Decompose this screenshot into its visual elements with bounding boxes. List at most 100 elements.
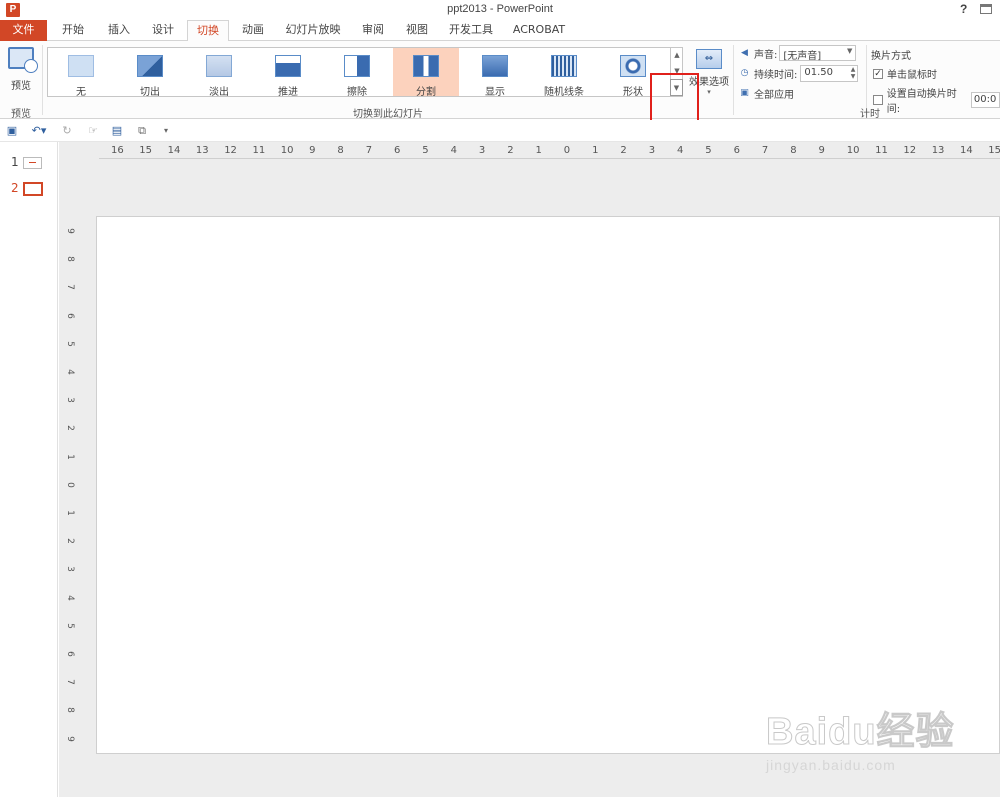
ruler-tick-label: 3 <box>65 566 75 573</box>
transition-label: 无 <box>76 87 86 98</box>
transition-fade-icon <box>206 55 232 77</box>
slide-number: 2 <box>11 181 19 195</box>
save-icon[interactable]: ▣ <box>5 124 19 138</box>
tab-design[interactable]: 设计 <box>144 20 182 41</box>
effect-options-icon: ⇔ <box>696 49 722 69</box>
transition-reveal[interactable]: 显示 <box>462 48 528 98</box>
transitions-group-label: 切换到此幻灯片 <box>353 109 423 120</box>
timing-group-label: 计时 <box>860 109 880 120</box>
ruler-tick-label: 4 <box>450 145 457 156</box>
transition-random-bars-icon <box>551 55 577 77</box>
duration-input[interactable]: 01.50 ▲ ▼ <box>800 65 859 82</box>
auto-after-checkbox[interactable] <box>873 95 883 105</box>
redo-icon[interactable]: ↻ <box>60 124 74 138</box>
ruler-tick-label: 4 <box>677 145 684 156</box>
ruler-tick-label: 2 <box>65 538 75 545</box>
ruler-tick-label: 7 <box>761 145 769 156</box>
transition-label: 淡出 <box>209 87 229 98</box>
slide-canvas[interactable] <box>96 216 1000 754</box>
undo-icon[interactable]: ↶▾ <box>28 124 50 138</box>
preview-icon <box>8 47 38 73</box>
apply-all-label: 全部应用 <box>754 90 794 101</box>
tab-developer[interactable]: 开发工具 <box>443 20 499 41</box>
tab-insert[interactable]: 插入 <box>100 20 138 41</box>
sound-row: ◀ 声音: [无声音] ▼ <box>739 45 857 62</box>
touch-mode-icon[interactable]: ☞ <box>85 124 101 138</box>
sound-label: 声音: <box>754 49 778 61</box>
ruler-tick-label: 10 <box>846 145 860 156</box>
ruler-tick-label: 15 <box>139 145 153 156</box>
speaker-icon: ◀ <box>741 47 748 58</box>
ruler-tick-label: 5 <box>65 340 75 347</box>
slide-thumbnail-2[interactable] <box>23 182 43 196</box>
tab-transitions[interactable]: 切换 <box>187 20 229 42</box>
ruler-tick-label: 9 <box>65 735 75 742</box>
transition-label: 随机线条 <box>544 87 584 98</box>
preview-label: 预览 <box>11 81 31 92</box>
ruler-tick-label: 6 <box>733 145 740 156</box>
on-click-row: ✓ 单击鼠标时 <box>873 66 937 81</box>
slide-thumbnail-1[interactable] <box>23 157 42 169</box>
help-button[interactable]: ? <box>960 2 967 16</box>
ribbon-tabs: 文件 开始 插入 设计 切换 动画 幻灯片放映 审阅 视图 开发工具 ACROB… <box>0 20 1000 42</box>
tab-file[interactable]: 文件 <box>0 20 47 41</box>
customize-icon[interactable]: ▾ <box>160 124 172 138</box>
transition-fade[interactable]: 淡出 <box>186 48 252 98</box>
watermark-logo: Baidu经验 <box>766 711 955 754</box>
watermark-url: jingyan.baidu.com <box>766 757 896 773</box>
title-bar: P ppt2013 - PowerPoint ? <box>0 0 1000 20</box>
tab-animations[interactable]: 动画 <box>234 20 272 41</box>
ruler-tick-label: 12 <box>224 145 237 156</box>
on-click-checkbox[interactable]: ✓ <box>873 68 883 79</box>
gallery-scroll-up-icon[interactable]: ▲ <box>670 47 683 63</box>
transition-label: 切出 <box>140 87 160 98</box>
transition-wipe[interactable]: 擦除 <box>324 48 390 98</box>
ruler-tick-label: 5 <box>422 145 429 156</box>
transition-cut[interactable]: 切出 <box>117 48 183 98</box>
tab-view[interactable]: 视图 <box>398 20 436 41</box>
transition-split-icon <box>413 55 439 77</box>
ruler-tick-label: 0 <box>563 145 571 156</box>
transition-none[interactable]: 无 <box>48 48 114 98</box>
ruler-tick-label: 13 <box>931 145 945 156</box>
transition-random-bars[interactable]: 随机线条 <box>531 48 597 98</box>
tab-slide-show[interactable]: 幻灯片放映 <box>280 20 346 41</box>
sound-select[interactable]: [无声音] ▼ <box>779 45 857 62</box>
transition-push[interactable]: 推进 <box>255 48 321 98</box>
ruler-tick-label: 16 <box>111 145 124 156</box>
transition-reveal-icon <box>482 55 508 77</box>
ruler-tick-label: 5 <box>65 622 75 629</box>
save-as-icon[interactable]: ▤ <box>110 124 124 138</box>
transition-split[interactable]: 分割 <box>393 48 459 98</box>
slide-editor: 16 15 14 13 12 11 10 9 8 7 6 5 4 3 2 1 0 1 2 3 4 5 6 7 8 9 10 11 12 1… <box>59 142 1000 797</box>
group-divider <box>42 45 43 115</box>
ruler-tick-label: 14 <box>960 145 973 156</box>
slide-number: 1 <box>11 155 19 169</box>
ruler-tick-label: 1 <box>592 145 599 156</box>
ruler-tick-label: 10 <box>280 145 294 156</box>
ribbon-display-options-icon[interactable] <box>980 4 992 14</box>
duration-value: 01.50 <box>804 67 834 78</box>
ruler-tick-label: 8 <box>65 256 75 263</box>
tab-acrobat[interactable]: ACROBAT <box>507 20 571 41</box>
thumbnail-content <box>29 162 36 163</box>
ruler-tick-label: 3 <box>478 145 486 156</box>
preview-button[interactable]: 预览 <box>4 45 38 97</box>
ruler-tick-label: 12 <box>903 145 917 156</box>
ruler-tick-label: 3 <box>65 397 75 404</box>
transition-label: 推进 <box>278 87 298 98</box>
ruler-tick-label: 11 <box>252 145 266 156</box>
tab-review[interactable]: 审阅 <box>354 20 392 41</box>
apply-all-button[interactable]: ▣ 全部应用 <box>739 86 794 101</box>
tab-home[interactable]: 开始 <box>54 20 92 41</box>
transitions-gallery: 无 切出 淡出 推进 擦除 分割 显示 随机线条 形状 <box>47 47 683 98</box>
ruler-tick-label: 2 <box>620 145 627 156</box>
horizontal-ruler: 16 15 14 13 12 11 10 9 8 7 6 5 4 3 2 1 0 1 2 3 4 5 6 7 8 9 10 11 12 1… <box>99 145 1000 160</box>
transition-cut-icon <box>137 55 163 77</box>
transition-push-icon <box>275 55 301 77</box>
copy-icon[interactable]: ⧉ <box>134 124 150 138</box>
ruler-tick-label: 4 <box>65 369 75 375</box>
spinner-icon[interactable]: ▲ ▼ <box>851 66 856 80</box>
duration-row: ◷ 持续时间: 01.50 ▲ ▼ <box>739 65 859 82</box>
ruler-tick-label: 13 <box>195 145 209 156</box>
